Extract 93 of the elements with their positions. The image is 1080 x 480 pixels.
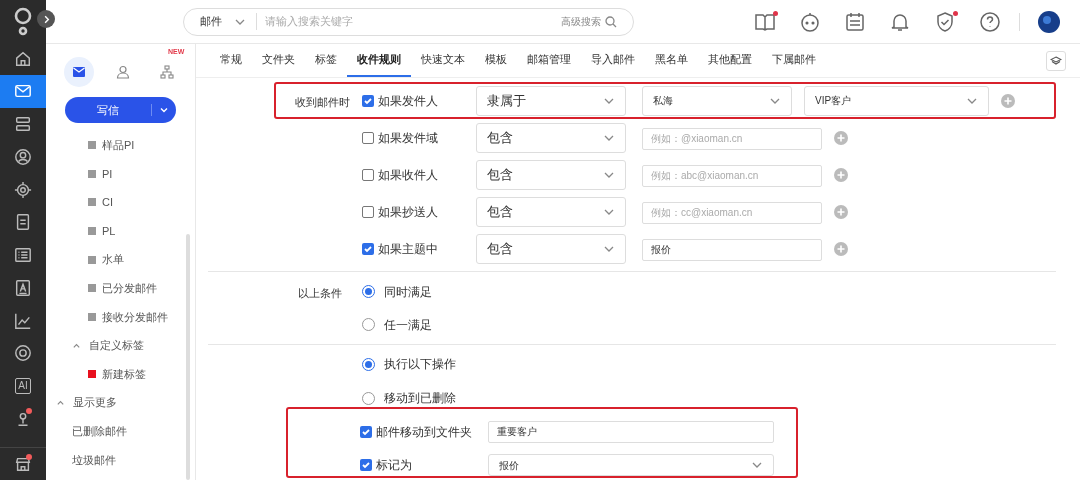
tag-item[interactable]: 已分发邮件 xyxy=(46,273,195,303)
chevron-up-icon xyxy=(56,398,65,408)
settings-tab[interactable]: 其他配置 xyxy=(698,44,762,77)
calendar-icon[interactable] xyxy=(844,10,866,33)
conditions-label: 收到邮件时 xyxy=(295,95,350,108)
tag-item[interactable]: CI xyxy=(46,188,195,217)
person-circle-icon xyxy=(14,147,32,166)
avatar[interactable] xyxy=(1038,10,1060,33)
tag-item[interactable]: 新建标签 xyxy=(46,359,195,389)
checkbox[interactable]: 如果抄送人 xyxy=(362,202,476,221)
dropdown[interactable]: 隶属于 xyxy=(476,85,626,116)
tag-item[interactable]: PI xyxy=(46,159,195,189)
checkmark-icon xyxy=(361,460,371,470)
checkbox[interactable]: 邮件移动到文件夹 xyxy=(360,423,488,441)
tag-label: CI xyxy=(102,195,113,211)
search-icon[interactable] xyxy=(605,15,617,28)
checkbox[interactable]: 如果发件域 xyxy=(362,128,476,147)
rail-item[interactable] xyxy=(0,75,46,108)
input-field[interactable]: 例如：@xiaoman.cn xyxy=(642,127,822,150)
tag-label: 接收分发邮件 xyxy=(102,309,168,325)
mode-tab[interactable] xyxy=(64,57,94,87)
dropdown[interactable]: 报价 xyxy=(488,454,774,476)
shop-icon xyxy=(14,455,32,474)
dropdown[interactable]: 包含 xyxy=(476,159,626,190)
settings-tab[interactable]: 模板 xyxy=(475,44,517,77)
tag-label: 已分发邮件 xyxy=(102,281,157,296)
input-field[interactable]: 重要客户 xyxy=(488,421,774,443)
folder-group-toggle[interactable]: 自定义标签 xyxy=(46,331,195,360)
mail-icon xyxy=(72,65,86,79)
dropdown[interactable]: VIP客户 xyxy=(804,85,989,116)
settings-tab[interactable]: 导入邮件 xyxy=(581,44,645,77)
tag-label: PL xyxy=(102,223,116,239)
checkbox[interactable]: 标记为 xyxy=(360,456,488,474)
person-icon xyxy=(116,65,130,79)
checkmark-icon xyxy=(361,427,371,437)
dropdown[interactable]: 包含 xyxy=(476,122,626,153)
line-chart-icon xyxy=(14,311,32,330)
layers-icon xyxy=(1050,54,1062,67)
advanced-search-link[interactable]: 高级搜索 xyxy=(561,14,601,29)
settings-tab[interactable]: 文件夹 xyxy=(252,44,305,77)
tag-item[interactable]: 水单 xyxy=(46,245,195,274)
document-icon xyxy=(14,213,32,232)
dropdown[interactable]: 包含 xyxy=(476,233,626,264)
checkbox[interactable]: 如果主题中 xyxy=(362,239,476,258)
compose-button[interactable]: 写信 xyxy=(65,97,176,123)
tag-item[interactable]: PL xyxy=(46,216,195,246)
folder-item[interactable]: 已删除邮件 xyxy=(46,416,195,446)
list-icon xyxy=(14,246,32,265)
logo-icon xyxy=(13,6,33,37)
ai-icon: AI xyxy=(15,378,31,395)
checkbox[interactable]: 如果发件人 xyxy=(362,91,476,110)
org-chart-icon xyxy=(160,65,174,79)
input-field[interactable]: 报价 xyxy=(642,239,822,261)
help-icon[interactable] xyxy=(979,10,1001,33)
input-field[interactable]: 例如：cc@xiaoman.cn xyxy=(642,201,822,224)
layers-button[interactable] xyxy=(1046,50,1066,71)
tag-label: PI xyxy=(102,166,113,182)
input-field[interactable]: 例如：abc@xiaoman.cn xyxy=(642,164,822,187)
settings-tab[interactable]: 下属邮件 xyxy=(762,44,826,77)
tag-item[interactable]: 接收分发邮件 xyxy=(46,302,195,332)
radio-button[interactable]: 移动到已删除 xyxy=(362,389,456,407)
checkbox[interactable]: 如果收件人 xyxy=(362,165,476,184)
radio-button[interactable]: 执行以下操作 xyxy=(362,355,456,373)
radio-button[interactable]: 任一满足 xyxy=(362,315,432,334)
rail-item[interactable]: AI xyxy=(0,369,46,403)
target-icon xyxy=(14,180,32,199)
shield-check-icon[interactable] xyxy=(934,10,956,33)
chevron-down-icon xyxy=(159,105,169,115)
settings-tab[interactable]: 黑名单 xyxy=(645,44,698,77)
radio-button[interactable]: 同时满足 xyxy=(362,282,432,301)
settings-tab[interactable]: 邮箱管理 xyxy=(517,44,581,77)
tag-label: 样品PI xyxy=(102,138,135,154)
checkmark-icon xyxy=(363,95,373,106)
checkmark-icon xyxy=(363,243,373,254)
tag-item[interactable]: 样品PI xyxy=(46,131,195,160)
tag-label: 新建标签 xyxy=(102,366,146,382)
dropdown[interactable]: 包含 xyxy=(476,196,626,227)
settings-tab[interactable]: 常规 xyxy=(210,44,252,77)
match-label: 以上条件 xyxy=(298,286,342,299)
letter-box-icon xyxy=(14,278,32,297)
expand-button[interactable] xyxy=(37,10,55,28)
search-scope-select[interactable]: 邮件 xyxy=(200,13,257,30)
settings-tab[interactable]: 收件规则 xyxy=(347,44,411,77)
folder-item[interactable]: 垃圾邮件 xyxy=(46,445,195,475)
stack-icon xyxy=(14,115,32,134)
folder-group-toggle[interactable]: 显示更多 xyxy=(46,388,195,417)
tag-label: 水单 xyxy=(102,252,124,268)
dropdown[interactable]: 私海 xyxy=(642,85,792,116)
ring-icon xyxy=(14,344,32,363)
settings-tab[interactable]: 快速文本 xyxy=(411,44,475,77)
home-icon xyxy=(14,49,32,68)
settings-tab[interactable]: 标签 xyxy=(305,44,347,77)
bot-face-icon[interactable] xyxy=(799,10,821,33)
